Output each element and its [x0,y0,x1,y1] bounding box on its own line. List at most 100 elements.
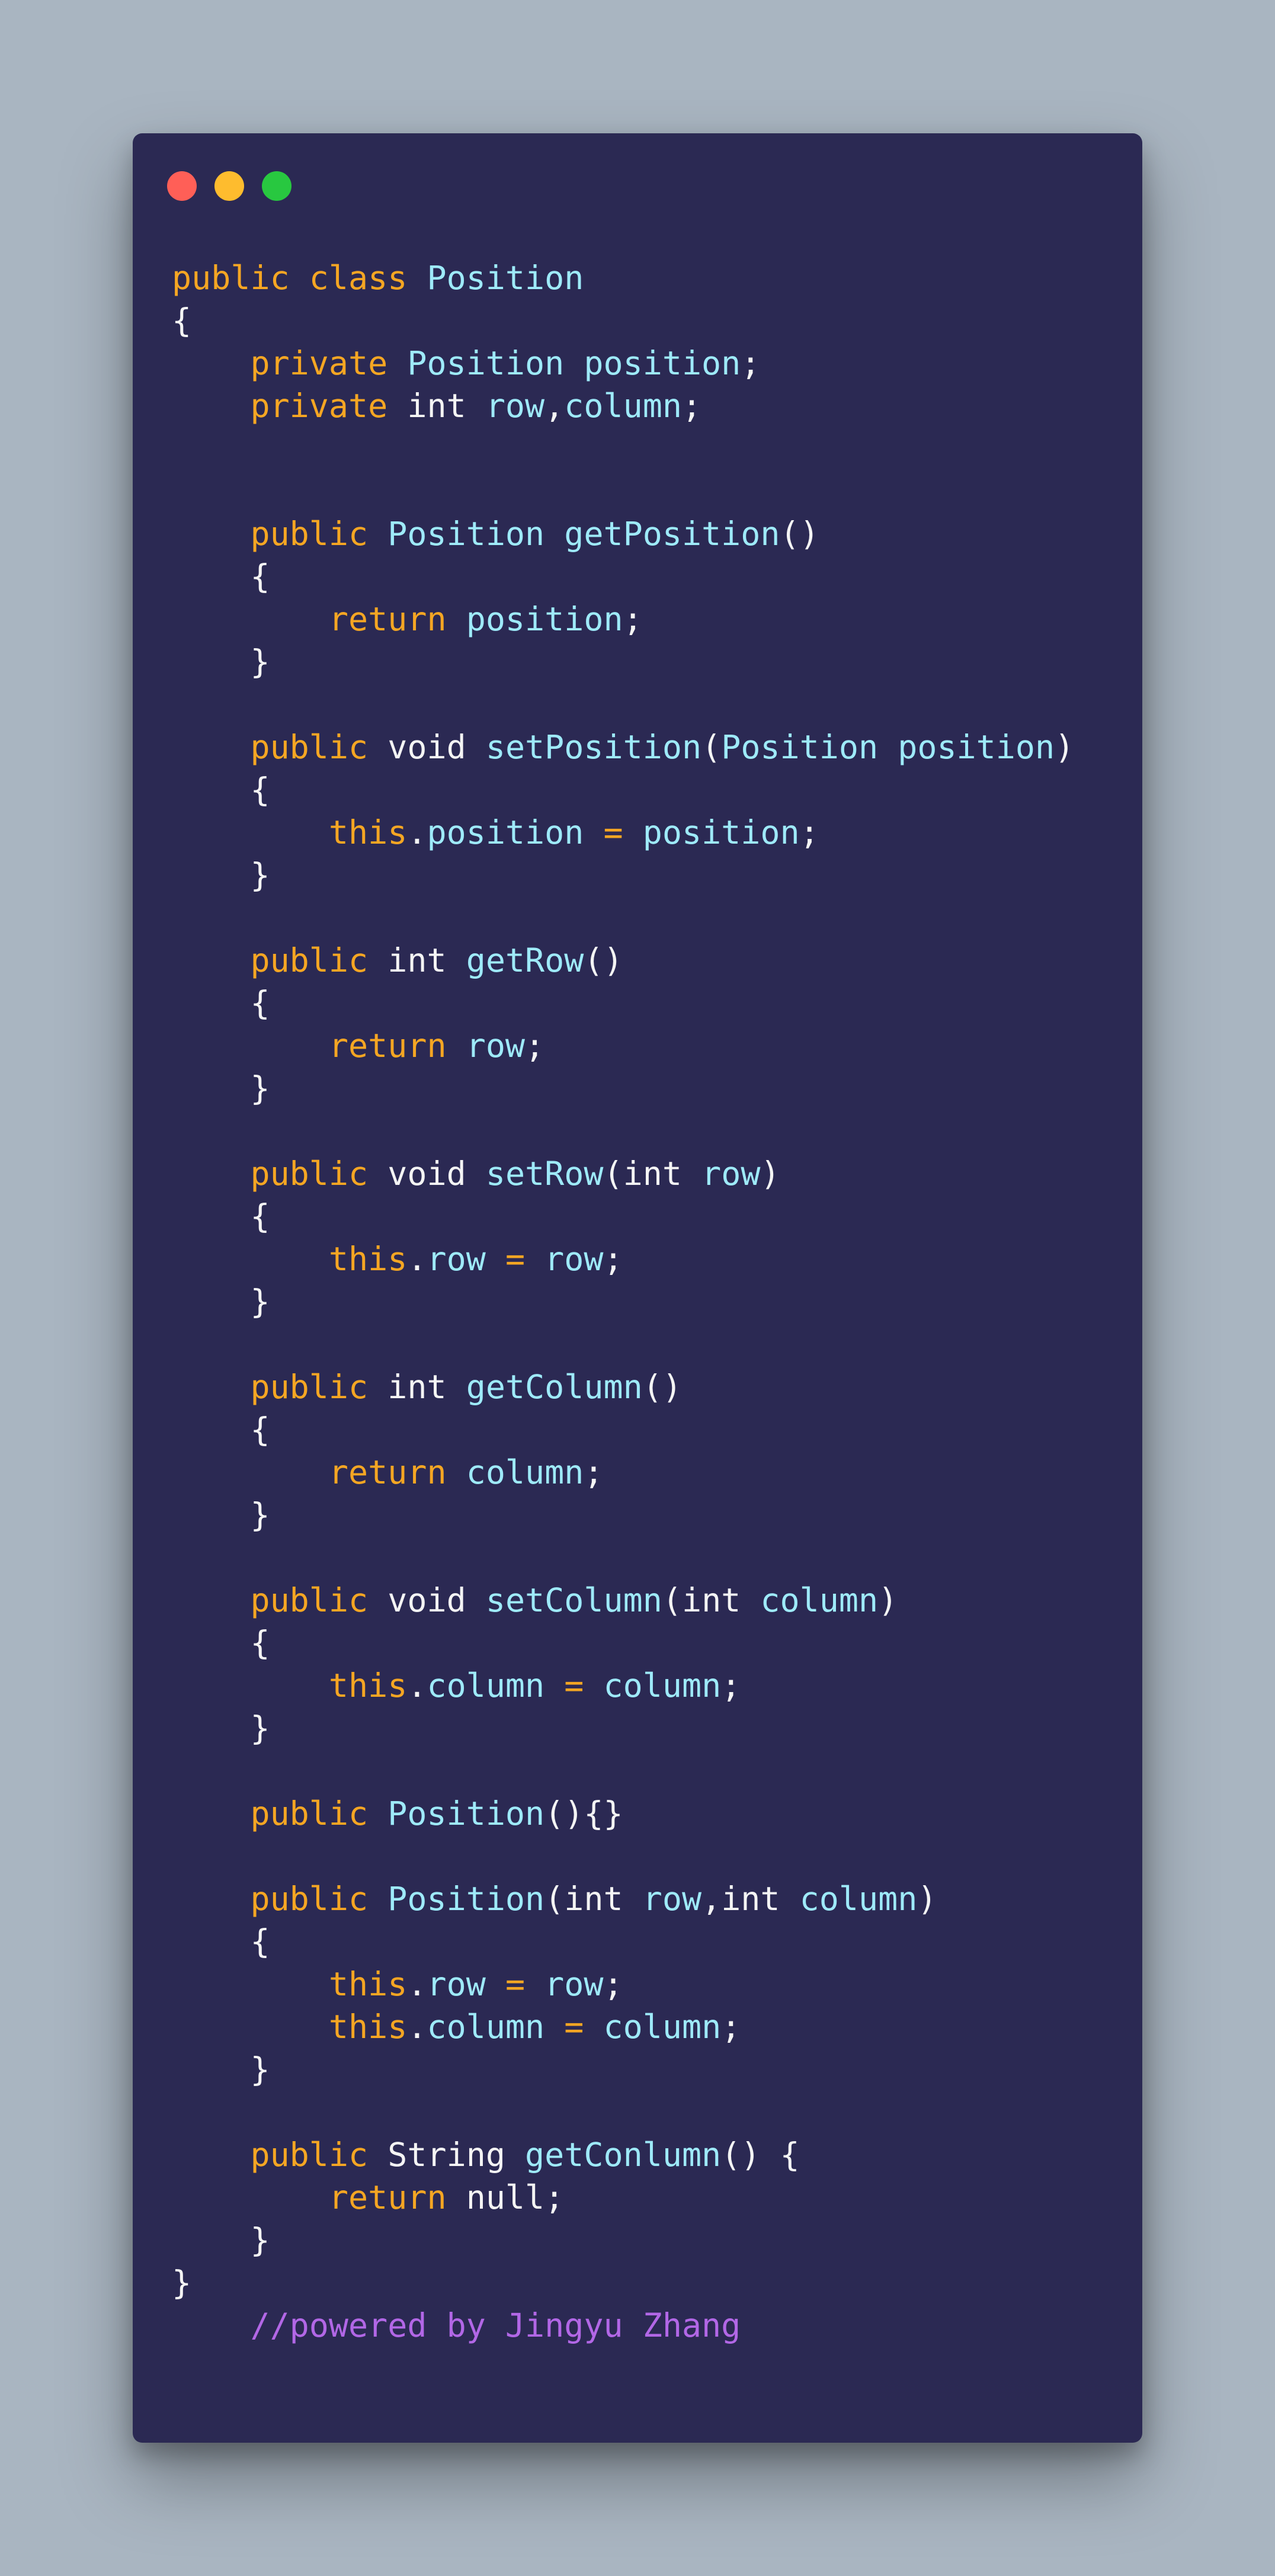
code-line: } [172,1280,1074,1323]
code-line: } [172,2219,1074,2261]
code-token: ; [681,387,702,425]
code-token: return [172,1453,466,1491]
code-token: ) [917,1880,937,1918]
code-token: ; [721,1667,741,1704]
code-token: getConlumn [525,2136,722,2174]
code-token: { [172,558,270,595]
code-token: ) [1055,728,1075,766]
code-token: return [172,600,466,638]
code-token: null; [466,2178,565,2216]
code-token: ; [603,1965,623,2003]
code-token: position [466,600,623,638]
code-line: this.position = position; [172,811,1074,854]
code-line: public Position(int row,int column) [172,1877,1074,1920]
code-token: = [564,2008,604,2046]
code-token: } [172,2221,270,2259]
code-line: { [172,1622,1074,1664]
code-token: ) [760,1155,780,1193]
code-token: ; [584,1453,604,1491]
code-token: } [172,1283,270,1321]
code-token: ; [525,1027,545,1065]
code-token: ( [701,728,722,766]
code-line: this.row = row; [172,1238,1074,1280]
code-token: } [172,1069,270,1107]
code-token: row [544,1240,604,1278]
code-token: getRow [466,941,584,979]
code-token: . [407,2008,427,2046]
code-token: this [172,813,408,851]
code-line: public String getConlumn() { [172,2133,1074,2176]
code-line: //powered by Jingyu Zhang [172,2304,1074,2347]
code-line: } [172,1494,1074,1536]
code-token: (){} [544,1795,623,1832]
code-token: Position getPosition [387,515,780,553]
code-token: public [172,515,388,553]
code-token: public [172,941,388,979]
code-token: { [172,1923,270,1960]
code-token: row [427,1965,505,2003]
code-token: ) [878,1581,898,1619]
code-line: { [172,555,1074,598]
code-token: = [505,1965,545,2003]
code-token: setPosition [485,728,702,766]
code-line: return row; [172,1024,1074,1067]
code-token: (int [603,1155,702,1193]
code-token: private [172,387,408,425]
code-line: { [172,1920,1074,1963]
code-line: this.row = row; [172,1963,1074,2005]
window-controls [167,171,291,201]
minimize-dot-icon[interactable] [214,171,244,201]
code-line: { [172,1408,1074,1451]
code-token: void [387,1155,486,1193]
code-token: this [172,2008,408,2046]
code-token: position [642,813,800,851]
code-token: void [387,1581,486,1619]
code-token: column [564,387,682,425]
code-token: row [701,1155,761,1193]
code-token: = [564,1667,604,1704]
close-dot-icon[interactable] [167,171,197,201]
code-line: public Position(){} [172,1792,1074,1835]
code-line: public Position getPosition() [172,512,1074,555]
code-token: public class [172,259,427,297]
code-token: position [427,813,604,851]
code-token: return [172,2178,466,2216]
code-token: this [172,1965,408,2003]
code-line: } [172,1707,1074,1750]
maximize-dot-icon[interactable] [262,171,291,201]
code-line: } [172,854,1074,896]
code-token: column [760,1581,879,1619]
code-line: return null; [172,2176,1074,2219]
code-token: { [172,1411,270,1449]
code-block: public class Position { private Position … [172,257,1074,2347]
code-line: private Position position; [172,342,1074,385]
code-token: public [172,728,388,766]
code-token: { [172,302,192,339]
code-token: column [466,1453,584,1491]
code-token: } [172,1709,270,1747]
code-token: } [172,2264,192,2302]
code-line: { [172,982,1074,1024]
code-line: } [172,2261,1074,2304]
code-token: = [603,813,643,851]
code-line: { [172,768,1074,811]
code-token: ; [741,344,761,382]
code-token: Position [427,259,584,297]
code-token: . [407,1965,427,2003]
code-line: this.column = column; [172,2005,1074,2048]
code-token: Position [387,1880,545,1918]
code-token: column [427,1667,565,1704]
code-comment: //powered by Jingyu Zhang [172,2306,741,2344]
code-line: return column; [172,1451,1074,1494]
code-token: . [407,1667,427,1704]
code-token: = [505,1240,545,1278]
code-token: row [642,1880,702,1918]
code-line: private int row,column; [172,385,1074,427]
code-token: (int [544,1880,643,1918]
code-token: row [466,1027,526,1065]
code-token: { [172,771,270,809]
code-token: { [172,984,270,1022]
